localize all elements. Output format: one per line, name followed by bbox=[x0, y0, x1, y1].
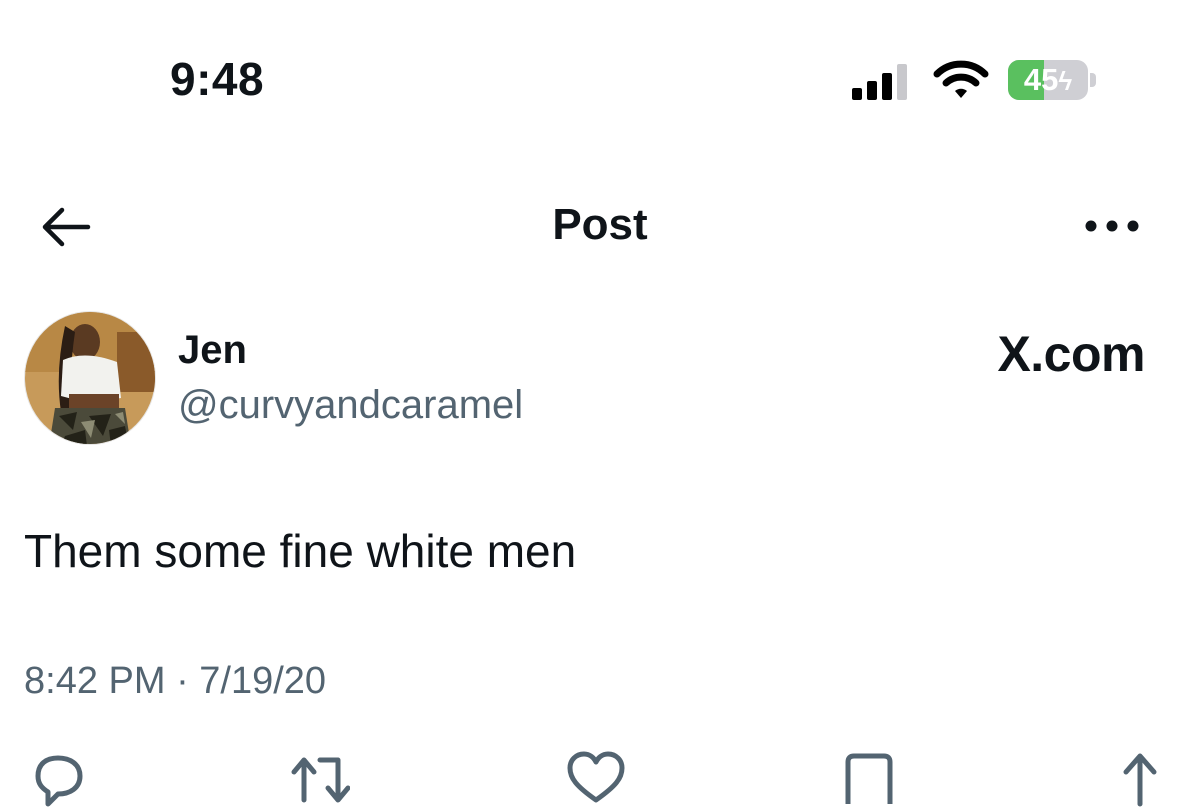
post-text: Them some fine white men bbox=[24, 525, 577, 577]
battery-level-text: 45ϟ bbox=[1008, 60, 1088, 100]
post-timestamp: 8:42 PM · 7/19/20 bbox=[24, 660, 327, 702]
battery-level: 45 bbox=[1023, 62, 1059, 97]
cellular-signal-icon bbox=[852, 64, 907, 100]
charging-bolt-icon: ϟ bbox=[1058, 66, 1073, 96]
battery-body: 45ϟ bbox=[1008, 60, 1088, 100]
author-name[interactable]: Jen bbox=[178, 328, 247, 373]
reply-icon[interactable] bbox=[28, 748, 88, 808]
bookmark-icon[interactable] bbox=[840, 748, 900, 808]
repost-icon[interactable] bbox=[290, 748, 350, 808]
source-label: X.com bbox=[997, 326, 1145, 382]
like-icon[interactable] bbox=[566, 748, 626, 808]
battery-cap bbox=[1090, 73, 1096, 87]
wifi-icon bbox=[933, 60, 989, 98]
more-options-icon[interactable] bbox=[1084, 216, 1140, 236]
avatar-photo bbox=[25, 312, 155, 444]
avatar[interactable] bbox=[24, 311, 156, 445]
battery-indicator: 45ϟ bbox=[1008, 60, 1098, 102]
status-time: 9:48 bbox=[170, 53, 265, 105]
page-title: Post bbox=[552, 200, 648, 249]
share-icon[interactable] bbox=[1110, 748, 1170, 808]
author-handle[interactable]: @curvyandcaramel bbox=[178, 383, 523, 428]
